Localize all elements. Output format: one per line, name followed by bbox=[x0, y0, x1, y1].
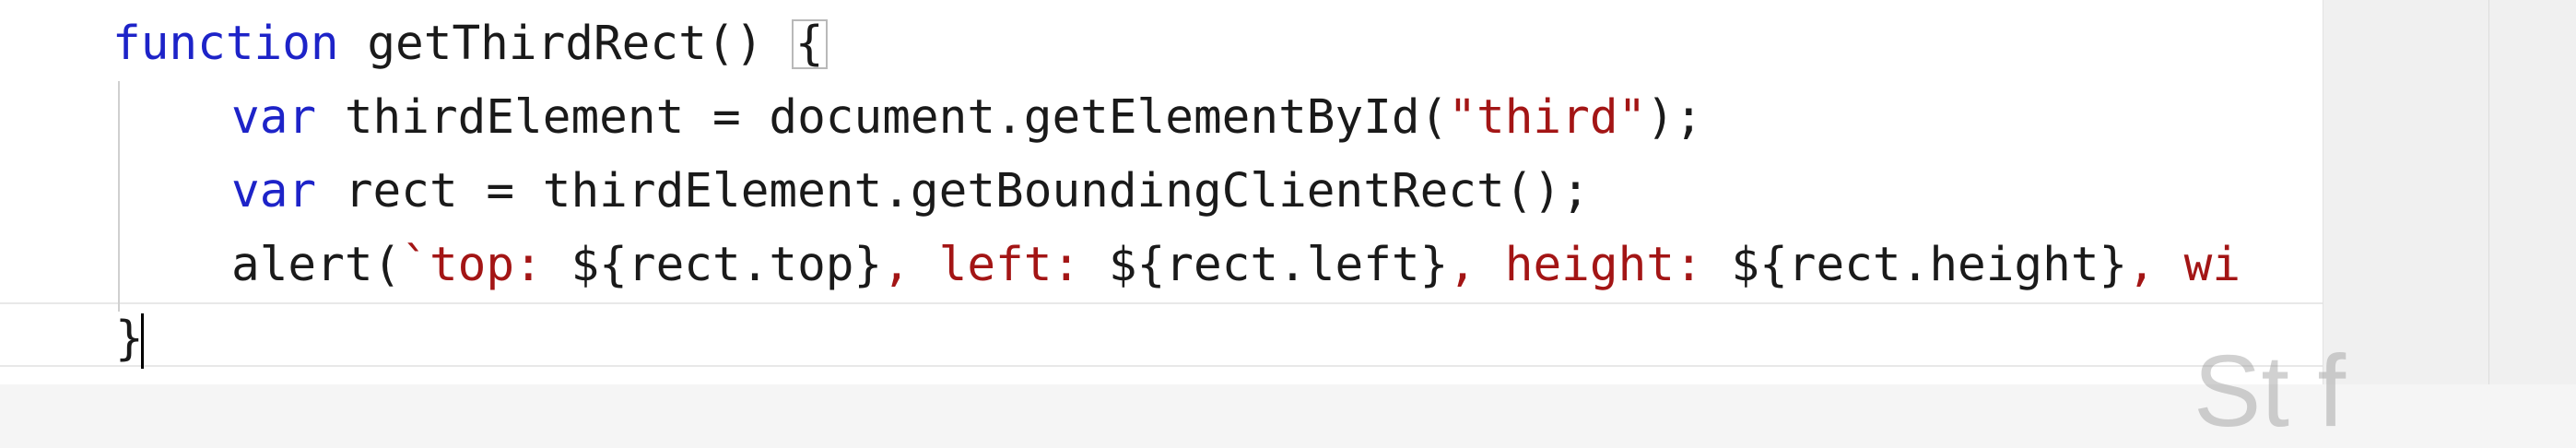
watermark-text: St f bbox=[2194, 335, 2347, 448]
template-text: , height: bbox=[1448, 238, 1732, 292]
overview-ruler-divider bbox=[2488, 0, 2489, 384]
alert-call: alert( bbox=[231, 238, 402, 292]
close-brace: } bbox=[115, 312, 144, 366]
current-line-highlight bbox=[0, 302, 2323, 367]
template-expression: ${rect.left} bbox=[1108, 238, 1449, 292]
keyword-var: var bbox=[231, 90, 317, 145]
string-literal: "third" bbox=[1448, 90, 1647, 145]
template-expression: ${rect.top} bbox=[570, 238, 883, 292]
keyword-var: var bbox=[231, 164, 317, 218]
statement-text: rect = thirdElement.getBoundingClientRec… bbox=[316, 164, 1590, 218]
statement-end: ); bbox=[1646, 90, 1703, 145]
indent-guide bbox=[118, 81, 120, 312]
keyword-function: function bbox=[112, 17, 339, 71]
template-text: , left: bbox=[882, 238, 1109, 292]
template-text: `top: bbox=[401, 238, 571, 292]
code-line-5[interactable]: } bbox=[115, 302, 144, 376]
code-line-2[interactable]: var thirdElement = document.getElementBy… bbox=[231, 81, 1703, 155]
code-line-1[interactable]: function getThirdRect() { bbox=[112, 7, 828, 81]
function-signature: getThirdRect() bbox=[338, 17, 792, 71]
vertical-scrollbar[interactable] bbox=[2323, 0, 2576, 384]
statement-text: thirdElement = document.getElementById( bbox=[316, 90, 1449, 145]
code-editor[interactable]: function getThirdRect() { var thirdEleme… bbox=[0, 0, 2323, 384]
template-expression: ${rect.height} bbox=[1731, 238, 2128, 292]
template-text: , wi bbox=[2127, 238, 2241, 292]
code-line-4[interactable]: alert(`top: ${rect.top}, left: ${rect.le… bbox=[231, 229, 2241, 302]
text-cursor bbox=[140, 313, 144, 369]
code-line-3[interactable]: var rect = thirdElement.getBoundingClien… bbox=[231, 155, 1590, 229]
open-brace-match: { bbox=[791, 19, 828, 69]
